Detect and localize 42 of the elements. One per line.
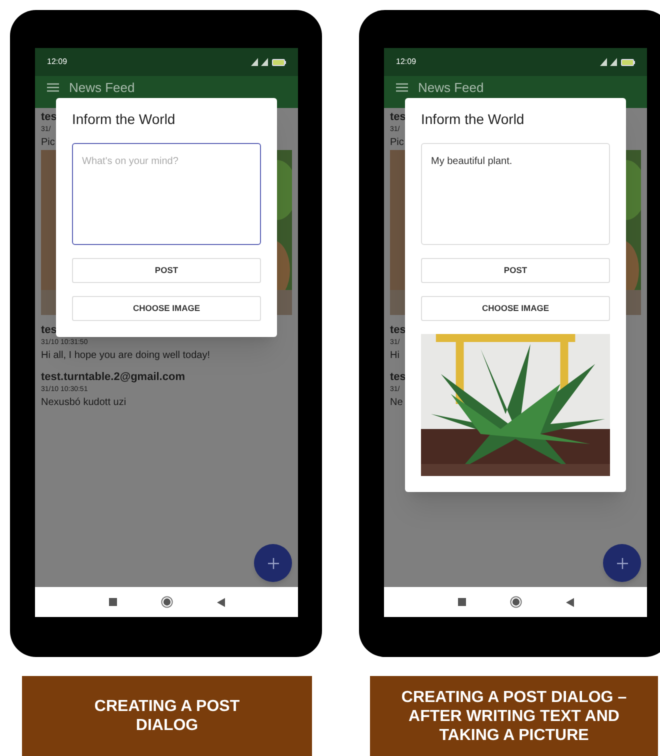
post-text: Pic xyxy=(390,136,404,149)
post-author: tes xyxy=(390,110,406,124)
post-text: Pic xyxy=(41,136,55,149)
post-author: tes xyxy=(41,110,57,124)
post-author: tes xyxy=(390,370,406,384)
recents-icon[interactable] xyxy=(458,598,466,606)
back-icon[interactable] xyxy=(566,598,574,606)
text-field[interactable]: What's on your mind? xyxy=(72,143,261,245)
menu-icon[interactable] xyxy=(396,83,408,92)
status-time: 12:09 xyxy=(396,56,416,68)
add-button[interactable] xyxy=(603,544,641,582)
choose-image-button[interactable]: CHOOSE IMAGE xyxy=(72,296,261,321)
caption: CREATING A POST DIALOG – AFTER WRITING TEXT AND TAKING A PICTURE xyxy=(400,688,628,744)
dialog-title: Inform the World xyxy=(72,110,176,129)
status-time: 12:09 xyxy=(47,56,68,68)
plus-icon xyxy=(616,558,628,568)
signal-icon xyxy=(600,58,618,66)
signal-icon xyxy=(251,58,269,66)
post-author: test.turntable.2@gmail.com xyxy=(41,370,185,384)
post-text: Hi xyxy=(390,349,400,362)
post-text: Nexusbó kudott uzi xyxy=(41,396,126,409)
add-button[interactable] xyxy=(254,544,292,582)
home-icon[interactable] xyxy=(160,596,172,608)
menu-icon[interactable] xyxy=(47,83,59,92)
caption: CREATING A POST DIALOG xyxy=(93,697,241,735)
post-button[interactable]: POST xyxy=(421,258,610,283)
choose-image-button[interactable]: CHOOSE IMAGE xyxy=(421,296,610,321)
post-text: Hi all, I hope you are doing well today! xyxy=(41,349,210,362)
battery-icon xyxy=(621,58,635,66)
post-text: Ne xyxy=(390,396,403,409)
dialog-title: Inform the World xyxy=(421,110,526,129)
recents-icon[interactable] xyxy=(108,598,116,606)
back-icon[interactable] xyxy=(216,598,224,606)
post-author: tes xyxy=(41,323,57,337)
text-field[interactable]: My beautiful plant. xyxy=(421,143,610,245)
plus-icon xyxy=(268,558,278,568)
home-icon[interactable] xyxy=(510,596,522,608)
battery-icon xyxy=(272,58,286,66)
post-author: tes xyxy=(390,323,406,337)
app-title: News Feed xyxy=(418,81,484,94)
post-button[interactable]: POST xyxy=(72,258,261,283)
app-title: News Feed xyxy=(69,81,135,94)
